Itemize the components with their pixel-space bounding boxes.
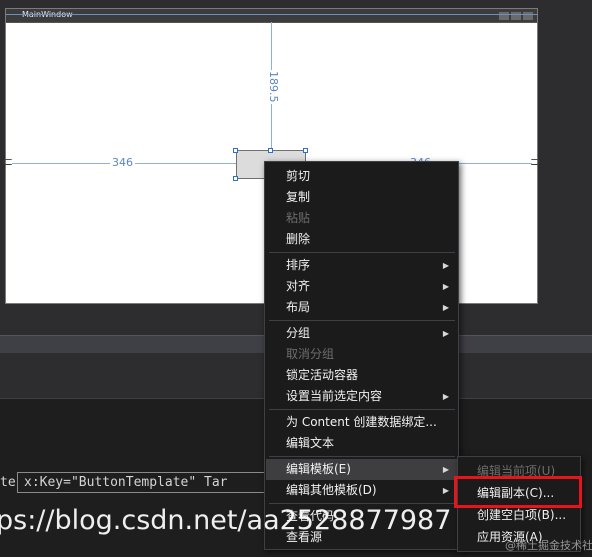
xaml-code-prefix: te bbox=[0, 475, 16, 490]
site-watermark: @稀土掘金技术社区 bbox=[505, 539, 592, 552]
anchor-icon[interactable]: ⊂ bbox=[266, 13, 277, 26]
menu-item-group[interactable]: 分组 ▶ bbox=[266, 323, 457, 344]
anchor-icon[interactable]: ⊂ bbox=[2, 156, 13, 169]
chevron-right-icon: ▶ bbox=[442, 282, 449, 291]
menu-item-cut[interactable]: 剪切 bbox=[266, 166, 457, 187]
resize-handle[interactable] bbox=[233, 176, 238, 181]
margin-top-label: 189.5 bbox=[267, 70, 280, 104]
highlight-annotation-box bbox=[454, 476, 582, 508]
menu-item-edit-other-templates[interactable]: 编辑其他模板(D) ▶ bbox=[266, 480, 457, 501]
menu-item-create-data-binding[interactable]: 为 Content 创建数据绑定... bbox=[266, 412, 457, 433]
menu-separator bbox=[269, 456, 455, 457]
chevron-right-icon: ▶ bbox=[442, 486, 449, 495]
menu-item-delete[interactable]: 删除 bbox=[266, 229, 457, 250]
resize-handle[interactable] bbox=[268, 148, 273, 153]
menu-separator bbox=[269, 409, 455, 410]
chevron-right-icon: ▶ bbox=[442, 329, 449, 338]
menu-separator bbox=[269, 320, 455, 321]
anchor-icon[interactable]: ⊃ bbox=[530, 156, 541, 169]
resize-handle[interactable] bbox=[233, 148, 238, 153]
menu-item-layout[interactable]: 布局 ▶ bbox=[266, 297, 457, 318]
menu-item-set-current-selection[interactable]: 设置当前选定内容 ▶ bbox=[266, 386, 457, 407]
menu-separator bbox=[269, 252, 455, 253]
resize-handle[interactable] bbox=[303, 148, 308, 153]
chevron-right-icon: ▶ bbox=[442, 261, 449, 270]
menu-item-ungroup: 取消分组 bbox=[286, 347, 335, 361]
xaml-key-line[interactable]: x:Key="ButtonTemplate" Tar bbox=[17, 472, 267, 493]
menu-item-edit-template[interactable]: 编辑模板(E) ▶ bbox=[266, 459, 457, 480]
menu-item-copy[interactable]: 复制 bbox=[266, 187, 457, 208]
menu-item-paste: 粘贴 bbox=[286, 211, 311, 225]
menu-item-order[interactable]: 排序 ▶ bbox=[266, 255, 457, 276]
chevron-right-icon: ▶ bbox=[442, 303, 449, 312]
margin-left-label: 346 bbox=[110, 156, 135, 169]
url-watermark: ps://blog.csdn.net/aa2528877987 bbox=[0, 505, 452, 536]
context-menu[interactable]: 剪切 复制 粘贴 删除 排序 ▶ 对齐 ▶ 布局 ▶ 分组 ▶ 取消分组 锁定活动容器 … bbox=[264, 161, 459, 550]
chevron-right-icon: ▶ bbox=[442, 465, 449, 474]
menu-item-align[interactable]: 对齐 ▶ bbox=[266, 276, 457, 297]
menu-item-edit-text[interactable]: 编辑文本 bbox=[266, 433, 457, 454]
menu-item-lock-active-container[interactable]: 锁定活动容器 bbox=[266, 365, 457, 386]
chevron-right-icon: ▶ bbox=[442, 392, 449, 401]
menu-separator bbox=[269, 503, 455, 504]
